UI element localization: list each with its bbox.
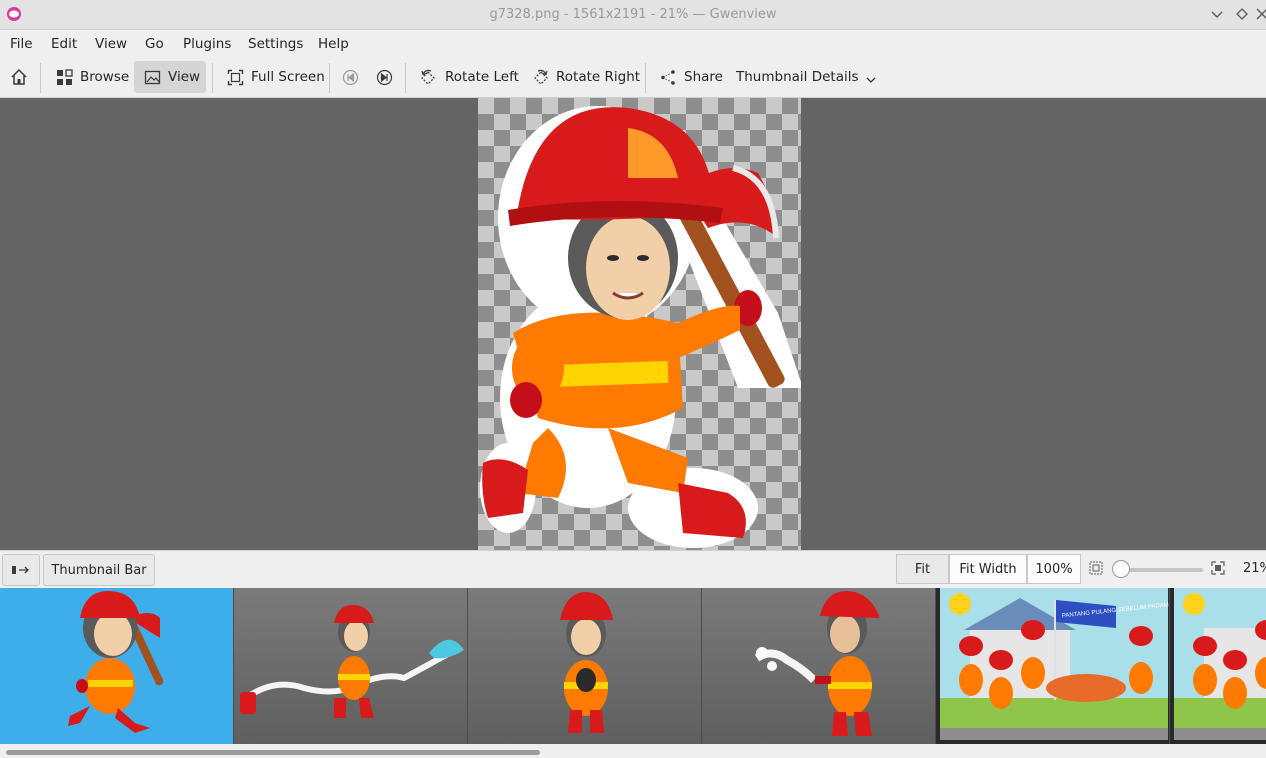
chevron-down-icon xyxy=(866,77,875,83)
firefighter-running-image xyxy=(480,106,803,548)
zoom-percentage[interactable]: 21% xyxy=(1243,561,1266,576)
menu-file[interactable]: File xyxy=(10,36,33,52)
share-icon xyxy=(661,69,675,85)
rotate-left-label: Rotate Left xyxy=(445,69,519,85)
close-icon[interactable] xyxy=(1254,6,1266,22)
title-bar: g7328.png - 1561x2191 - 21% — Gwenview xyxy=(0,0,1266,30)
panel-toggle-icon xyxy=(12,566,29,574)
firefighter-team-partial-thumbnail xyxy=(1174,588,1266,740)
rotate-right-label: Rotate Right xyxy=(556,69,641,85)
thumbnail-bar-toggle[interactable]: Thumbnail Bar xyxy=(43,554,155,586)
firefighter-spray-thumbnail xyxy=(754,590,880,736)
full-screen-button[interactable]: Full Screen xyxy=(221,61,331,93)
toggle-sidebar-button[interactable] xyxy=(2,554,40,586)
menu-settings[interactable]: Settings xyxy=(248,36,303,52)
next-image-button[interactable] xyxy=(373,61,395,93)
main-toolbar: Browse View Full Screen Rotate Left Rota… xyxy=(0,58,1266,98)
rotate-left-button[interactable]: Rotate Left xyxy=(414,61,525,93)
status-bar: Thumbnail Bar Fit Fit Width 100% 21% xyxy=(0,550,1266,588)
fit-width-button[interactable]: Fit Width xyxy=(949,554,1027,584)
thumbnail-scrollbar[interactable] xyxy=(0,744,1266,758)
previous-icon xyxy=(342,69,358,85)
maximize-icon[interactable] xyxy=(1234,6,1250,22)
browse-button[interactable]: Browse xyxy=(50,61,135,93)
thumbnail-details-label: Thumbnail Details xyxy=(736,69,859,85)
full-screen-label: Full Screen xyxy=(251,69,325,85)
zoom-in-icon[interactable] xyxy=(1211,561,1225,575)
thumbnail-item[interactable]: PANTANG PULANG SEBELUM PADAM xyxy=(936,588,1170,744)
previous-image-button[interactable] xyxy=(339,61,361,93)
minimize-icon[interactable] xyxy=(1209,6,1225,22)
full-screen-icon xyxy=(227,69,244,85)
thumbnail-item[interactable] xyxy=(702,588,936,744)
menu-help[interactable]: Help xyxy=(318,36,349,52)
menu-edit[interactable]: Edit xyxy=(51,36,77,52)
view-button[interactable]: View xyxy=(134,61,206,93)
view-label: View xyxy=(168,69,201,85)
menu-view[interactable]: View xyxy=(95,36,127,52)
zoom-slider-handle[interactable] xyxy=(1112,560,1130,578)
share-label: Share xyxy=(684,69,723,85)
thumbnail-item[interactable] xyxy=(1170,588,1266,744)
window-title: g7328.png - 1561x2191 - 21% — Gwenview xyxy=(489,7,777,22)
rotate-right-icon xyxy=(534,69,548,85)
zoom-mode-group: Fit Fit Width 100% xyxy=(896,554,1081,584)
menu-go[interactable]: Go xyxy=(145,36,164,52)
firefighter-team-thumbnail: PANTANG PULANG SEBELUM PADAM xyxy=(940,588,1169,740)
browse-grid-icon xyxy=(57,68,73,85)
home-button[interactable] xyxy=(6,61,32,93)
firefighter-cat-thumbnail xyxy=(560,592,613,733)
scrollbar-handle[interactable] xyxy=(6,750,540,755)
rotate-left-icon xyxy=(421,69,435,85)
next-icon xyxy=(376,69,392,85)
menu-bar: File Edit View Go Plugins Settings Help xyxy=(0,30,1266,58)
image-canvas[interactable] xyxy=(478,98,803,550)
fit-button[interactable]: Fit xyxy=(896,554,949,584)
thumbnail-details-button[interactable]: Thumbnail Details xyxy=(730,61,882,93)
image-view-icon xyxy=(144,70,161,84)
firefighter-hose-thumbnail xyxy=(240,604,464,718)
browse-label: Browse xyxy=(80,69,130,85)
thumbnail-item[interactable] xyxy=(234,588,468,744)
zoom-100-button[interactable]: 100% xyxy=(1027,554,1081,584)
zoom-slider-track[interactable] xyxy=(1120,568,1203,572)
zoom-out-icon[interactable] xyxy=(1089,561,1103,575)
share-button[interactable]: Share xyxy=(654,61,729,93)
thumbnail-bar: PANTANG PULANG SEBELUM PADAM xyxy=(0,588,1266,744)
thumbnail-item-selected[interactable] xyxy=(0,588,234,744)
menu-plugins[interactable]: Plugins xyxy=(183,36,231,52)
firefighter-axe-thumbnail xyxy=(68,590,164,733)
rotate-right-button[interactable]: Rotate Right xyxy=(525,61,646,93)
thumbnail-item[interactable] xyxy=(468,588,702,744)
home-icon xyxy=(11,68,27,85)
image-viewer[interactable] xyxy=(0,98,1266,550)
